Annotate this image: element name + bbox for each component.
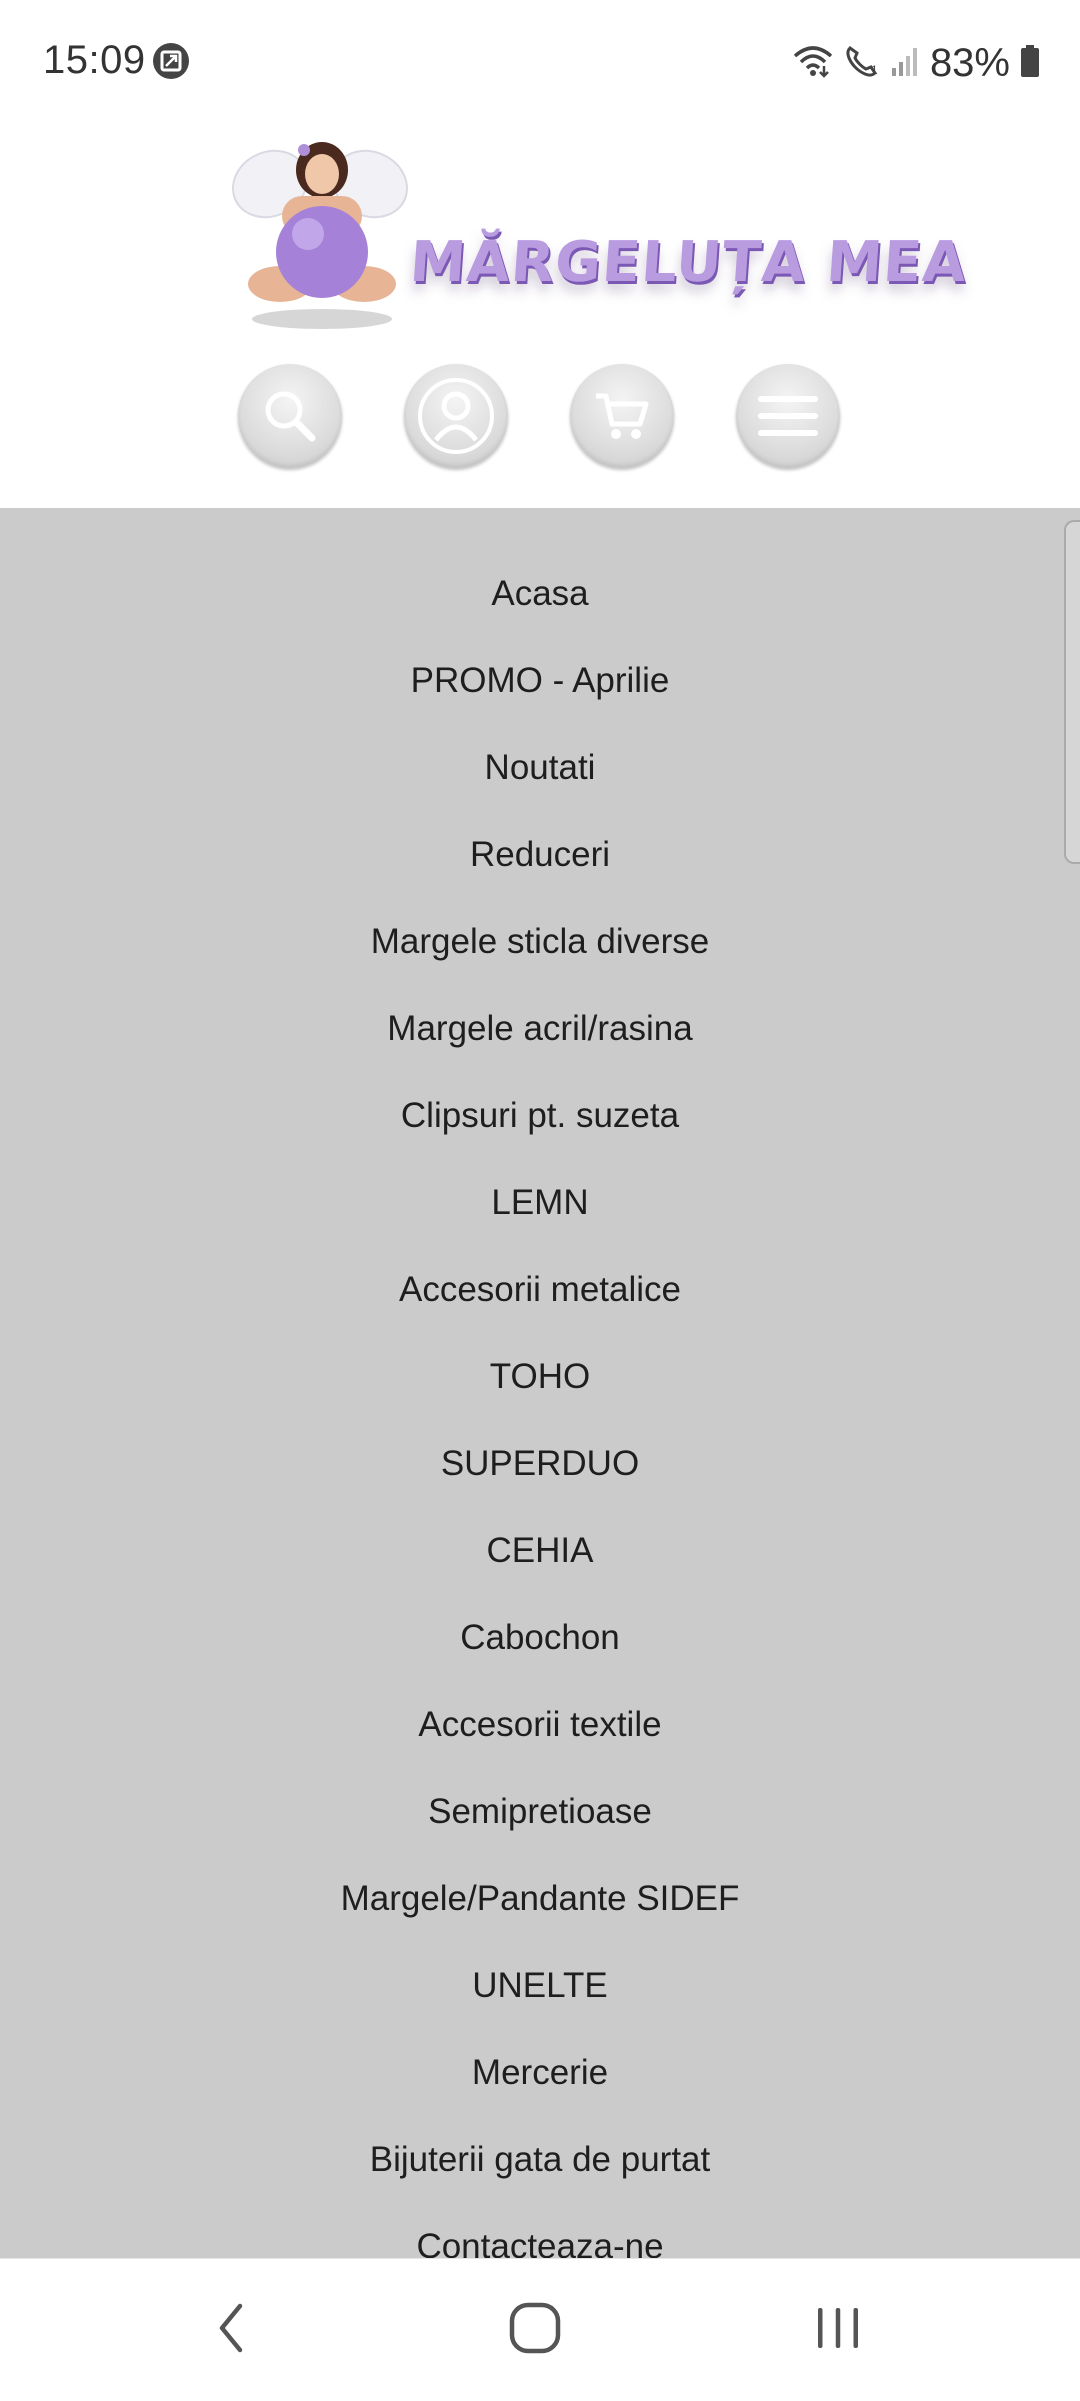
menu-item-margele-sticla[interactable]: Margele sticla diverse [0,916,1080,1003]
screenshot-icon [152,42,190,80]
back-icon [212,2300,252,2361]
status-time: 15:09 [43,38,146,82]
menu-button[interactable] [736,364,840,468]
menu-item-reduceri[interactable]: Reduceri [0,829,1080,916]
menu-item-semipretioase[interactable]: Semipretioase [0,1786,1080,1873]
menu-item-cehia[interactable]: CEHIA [0,1525,1080,1612]
status-bar: 15:09 1 83% [0,0,1080,126]
back-button[interactable] [192,2295,272,2365]
status-icons: 1 83% [792,38,1040,88]
menu-item-accesorii-textile[interactable]: Accesorii textile [0,1699,1080,1786]
search-button[interactable] [238,364,342,468]
hamburger-icon [753,386,823,446]
search-icon [258,384,322,448]
menu-item-cabochon[interactable]: Cabochon [0,1612,1080,1699]
system-nav-bar [0,2258,1080,2401]
recents-icon [810,2300,866,2361]
svg-text:1: 1 [871,63,878,77]
site-logo[interactable]: MĂRGELUȚA MEA [230,134,969,334]
category-list: Acasa PROMO - Aprilie Noutati Reduceri M… [0,568,1080,2258]
battery-percentage: 83% [929,40,1010,85]
home-icon [507,2300,563,2361]
menu-item-noutati[interactable]: Noutati [0,742,1080,829]
fairy-logo-icon [232,142,408,329]
logo-text: MĂRGELUȚA MEA [407,230,970,295]
signal-icon [890,44,920,83]
menu-item-mercerie[interactable]: Mercerie [0,2047,1080,2134]
category-menu: Acasa PROMO - Aprilie Noutati Reduceri M… [0,508,1080,2258]
menu-item-sidef[interactable]: Margele/Pandante SIDEF [0,1873,1080,1960]
menu-item-bijuterii[interactable]: Bijuterii gata de purtat [0,2134,1080,2221]
wifi-calling-icon [792,44,834,83]
user-icon [416,376,496,456]
cart-icon [590,384,654,448]
menu-item-superduo[interactable]: SUPERDUO [0,1438,1080,1525]
battery-icon [1020,44,1040,83]
menu-item-accesorii-metalice[interactable]: Accesorii metalice [0,1264,1080,1351]
cart-button[interactable] [570,364,674,468]
site-header: MĂRGELUȚA MEA [0,126,1080,508]
home-button[interactable] [495,2295,575,2365]
menu-item-contact[interactable]: Contacteaza-ne [0,2221,1080,2258]
call-icon: 1 [844,44,880,83]
recents-button[interactable] [798,2295,878,2365]
header-action-buttons [0,364,1080,474]
menu-item-clipsuri[interactable]: Clipsuri pt. suzeta [0,1090,1080,1177]
menu-item-toho[interactable]: TOHO [0,1351,1080,1438]
menu-item-acasa[interactable]: Acasa [0,568,1080,655]
menu-item-unelte[interactable]: UNELTE [0,1960,1080,2047]
menu-item-lemn[interactable]: LEMN [0,1177,1080,1264]
menu-item-margele-acril[interactable]: Margele acril/rasina [0,1003,1080,1090]
account-button[interactable] [404,364,508,468]
menu-item-promo[interactable]: PROMO - Aprilie [0,655,1080,742]
